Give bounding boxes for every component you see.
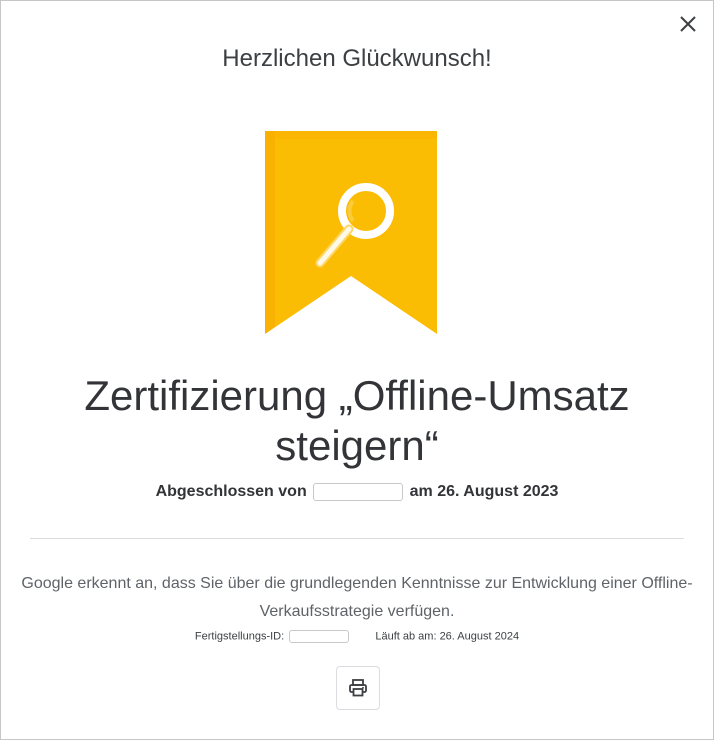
divider (30, 538, 684, 539)
certificate-meta: Fertigstellungs-ID: Läuft ab am: 26. Aug… (1, 630, 713, 643)
completed-date: am 26. August 2023 (409, 483, 559, 501)
completed-by-label: Abgeschlossen von (155, 483, 307, 501)
close-icon[interactable] (677, 13, 699, 35)
certificate-dialog: Herzlichen Glückwunsch! Zertifizierung „… (0, 0, 714, 740)
printer-icon (349, 679, 367, 697)
dialog-heading: Herzlichen Glückwunsch! (222, 45, 492, 72)
expiry-date: Läuft ab am: 26. August 2024 (375, 630, 520, 643)
certificate-description: Google erkennt an, dass Sie über die gru… (21, 575, 693, 620)
completion-id-label: Fertigstellungs-ID: (194, 630, 285, 643)
print-button[interactable] (336, 666, 380, 710)
certificate-badge (265, 131, 441, 341)
redacted-name (313, 483, 404, 501)
magnifier-icon (265, 131, 437, 334)
certificate-title: Zertifizierung „Offline-Umsatz steigern“ (84, 372, 630, 469)
completion-line: Abgeschlossen von am 26. August 2023 (1, 483, 713, 501)
redacted-completion-id (289, 630, 350, 643)
